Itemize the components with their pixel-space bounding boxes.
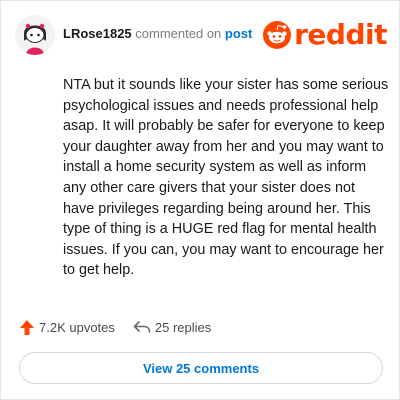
comment-body: NTA but it sounds like your sister has s… bbox=[63, 77, 389, 279]
comment-card: LRose1825 commented on post reddit NTA b… bbox=[0, 0, 400, 400]
upvote-arrow-icon bbox=[20, 319, 34, 335]
reddit-wordmark: reddit bbox=[294, 18, 387, 51]
user-avatar-icon[interactable] bbox=[15, 15, 55, 55]
comment-actions: 7.2K upvotes 25 replies bbox=[19, 316, 211, 338]
view-comments-button[interactable]: View 25 comments bbox=[19, 352, 383, 384]
comment-byline: LRose1825 commented on post bbox=[63, 26, 252, 42]
username-link[interactable]: LRose1825 bbox=[63, 26, 132, 41]
comment-header: LRose1825 commented on post reddit bbox=[15, 15, 387, 55]
replies-button[interactable]: 25 replies bbox=[133, 320, 211, 335]
reddit-logo: reddit bbox=[263, 21, 387, 49]
upvote-count: 7.2K upvotes bbox=[39, 319, 115, 335]
replies-count: 25 replies bbox=[154, 319, 212, 335]
upvote-button[interactable]: 7.2K upvotes bbox=[19, 319, 115, 336]
byline-action-text: commented on bbox=[135, 26, 222, 41]
reply-arrow-icon bbox=[133, 321, 151, 333]
reddit-snoo-icon bbox=[263, 21, 292, 49]
post-link[interactable]: post bbox=[225, 26, 252, 41]
